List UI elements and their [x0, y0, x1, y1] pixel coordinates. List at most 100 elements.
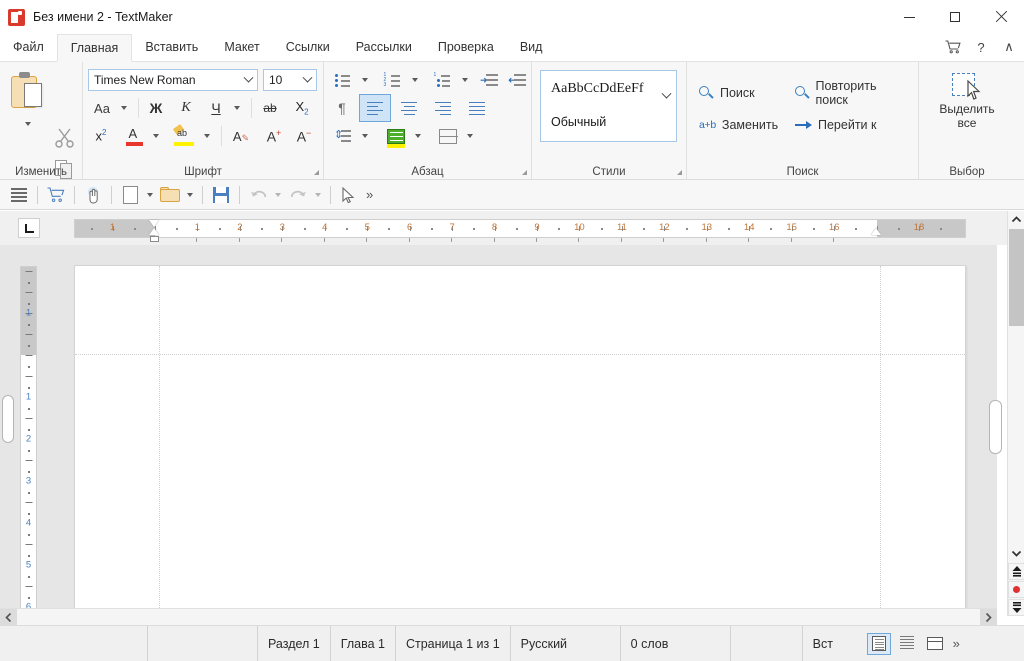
- open-folder-icon[interactable]: [157, 183, 183, 207]
- scroll-up-button[interactable]: [1008, 211, 1024, 228]
- multilevel-list-button[interactable]: 1: [429, 68, 457, 92]
- bullet-list-button[interactable]: [329, 68, 357, 92]
- scroll-down-button[interactable]: [1008, 545, 1024, 562]
- redo-dropdown[interactable]: [311, 183, 325, 207]
- numbered-list-dropdown[interactable]: [407, 68, 423, 92]
- decrease-indent-button[interactable]: ➜: [504, 68, 530, 92]
- replace-button[interactable]: a+b Заменить: [695, 112, 787, 138]
- vertical-scrollbar[interactable]: [1007, 211, 1024, 616]
- first-line-indent-marker[interactable]: [149, 220, 159, 227]
- increase-indent-button[interactable]: ➜: [476, 68, 502, 92]
- align-right-button[interactable]: [428, 95, 458, 121]
- underline-dropdown[interactable]: [229, 96, 245, 120]
- undo-dropdown[interactable]: [271, 183, 285, 207]
- overflow-icon[interactable]: »: [362, 187, 377, 202]
- cart-icon[interactable]: [43, 183, 69, 207]
- scroll-right-button[interactable]: [980, 609, 997, 626]
- select-all-button[interactable]: Выделить все: [931, 72, 1003, 144]
- font-family-dropdown-arrow[interactable]: [239, 70, 257, 90]
- horizontal-scrollbar[interactable]: [0, 608, 997, 626]
- vertical-scroll-thumb[interactable]: [1009, 229, 1024, 326]
- undo-icon[interactable]: [245, 183, 271, 207]
- document-area[interactable]: [0, 245, 997, 625]
- tab-review[interactable]: Проверка: [425, 33, 507, 61]
- repeat-find-button[interactable]: Повторить поиск: [791, 79, 913, 107]
- borders-button[interactable]: [434, 124, 462, 148]
- status-section[interactable]: Раздел 1: [258, 625, 331, 661]
- status-insert-mode[interactable]: Вст: [803, 626, 865, 661]
- grow-font-button[interactable]: A+: [261, 124, 287, 148]
- align-justify-button[interactable]: [462, 95, 492, 121]
- redo-icon[interactable]: [285, 183, 311, 207]
- cart-icon[interactable]: [940, 35, 966, 59]
- status-overflow-icon[interactable]: »: [949, 636, 964, 651]
- subscript-button[interactable]: X2: [289, 96, 315, 120]
- view-outline-button[interactable]: [923, 633, 947, 655]
- shrink-font-button[interactable]: A−: [291, 124, 317, 148]
- select-browse-object-button[interactable]: [1008, 581, 1024, 598]
- paste-dropdown[interactable]: [14, 116, 42, 132]
- collapse-ribbon-icon[interactable]: ∧: [996, 35, 1022, 59]
- font-family-combo[interactable]: Times New Roman: [88, 69, 258, 91]
- line-spacing-dropdown[interactable]: [357, 124, 373, 148]
- tab-stop-selector[interactable]: [18, 218, 40, 238]
- multilevel-list-dropdown[interactable]: [457, 68, 473, 92]
- left-indent-marker[interactable]: [149, 236, 159, 242]
- strikethrough-button[interactable]: ab: [257, 96, 283, 120]
- document-page[interactable]: [74, 265, 966, 625]
- styles-dialog-launcher[interactable]: [677, 170, 682, 175]
- status-chapter[interactable]: Глава 1: [331, 625, 396, 661]
- bold-button[interactable]: Ж: [143, 96, 169, 120]
- tab-file[interactable]: Файл: [0, 33, 57, 61]
- minimize-button[interactable]: [886, 0, 932, 34]
- show-formatting-marks-button[interactable]: ¶: [329, 96, 355, 120]
- line-spacing-button[interactable]: ⇕: [329, 124, 357, 148]
- status-word-count[interactable]: 0 слов: [621, 625, 731, 661]
- next-page-button[interactable]: [1008, 599, 1024, 616]
- right-indent-marker[interactable]: [870, 228, 881, 235]
- tab-mailings[interactable]: Рассылки: [343, 33, 425, 61]
- horizontal-split-handle[interactable]: [989, 400, 1002, 454]
- open-folder-dropdown[interactable]: [183, 183, 197, 207]
- tab-references[interactable]: Ссылки: [273, 33, 343, 61]
- paste-button[interactable]: [6, 68, 50, 114]
- find-button[interactable]: Поиск: [695, 80, 787, 106]
- hanging-indent-marker[interactable]: [149, 228, 159, 235]
- font-color-dropdown[interactable]: [148, 124, 164, 148]
- style-gallery[interactable]: AaBbCcDdEeFf Обычный: [540, 70, 677, 142]
- vertical-split-handle[interactable]: [2, 395, 14, 443]
- font-color-button[interactable]: A: [120, 124, 148, 148]
- goto-button[interactable]: Перейти к: [791, 112, 913, 138]
- touch-mode-icon[interactable]: [80, 183, 106, 207]
- tab-view[interactable]: Вид: [507, 33, 556, 61]
- tab-insert[interactable]: Вставить: [132, 33, 211, 61]
- status-language[interactable]: Русский: [511, 625, 621, 661]
- font-size-combo[interactable]: 10: [263, 69, 317, 91]
- maximize-button[interactable]: [932, 0, 978, 34]
- new-document-icon[interactable]: [117, 183, 143, 207]
- change-case-dropdown[interactable]: [116, 96, 132, 120]
- cut-button[interactable]: [52, 126, 78, 150]
- font-size-dropdown-arrow[interactable]: [298, 70, 316, 90]
- menu-icon[interactable]: [6, 183, 32, 207]
- change-case-button[interactable]: Aa: [88, 96, 116, 120]
- scroll-left-button[interactable]: [0, 609, 17, 626]
- highlight-dropdown[interactable]: [199, 124, 215, 148]
- clear-formatting-button[interactable]: A✎: [227, 124, 255, 148]
- shading-button[interactable]: [382, 124, 410, 148]
- borders-dropdown[interactable]: [462, 124, 478, 148]
- paragraph-dialog-launcher[interactable]: [522, 170, 527, 175]
- help-icon[interactable]: ?: [968, 35, 994, 59]
- new-document-dropdown[interactable]: [143, 183, 157, 207]
- close-button[interactable]: [978, 0, 1024, 34]
- status-page[interactable]: Страница 1 из 1: [396, 625, 511, 661]
- view-layout-button[interactable]: [866, 632, 891, 655]
- bullet-list-dropdown[interactable]: [357, 68, 373, 92]
- tab-home[interactable]: Главная: [56, 34, 133, 62]
- shading-dropdown[interactable]: [410, 124, 426, 148]
- italic-button[interactable]: К: [173, 96, 199, 120]
- previous-page-button[interactable]: [1008, 563, 1024, 580]
- align-left-button[interactable]: [359, 94, 391, 122]
- align-center-button[interactable]: [394, 95, 424, 121]
- pointer-icon[interactable]: [336, 183, 362, 207]
